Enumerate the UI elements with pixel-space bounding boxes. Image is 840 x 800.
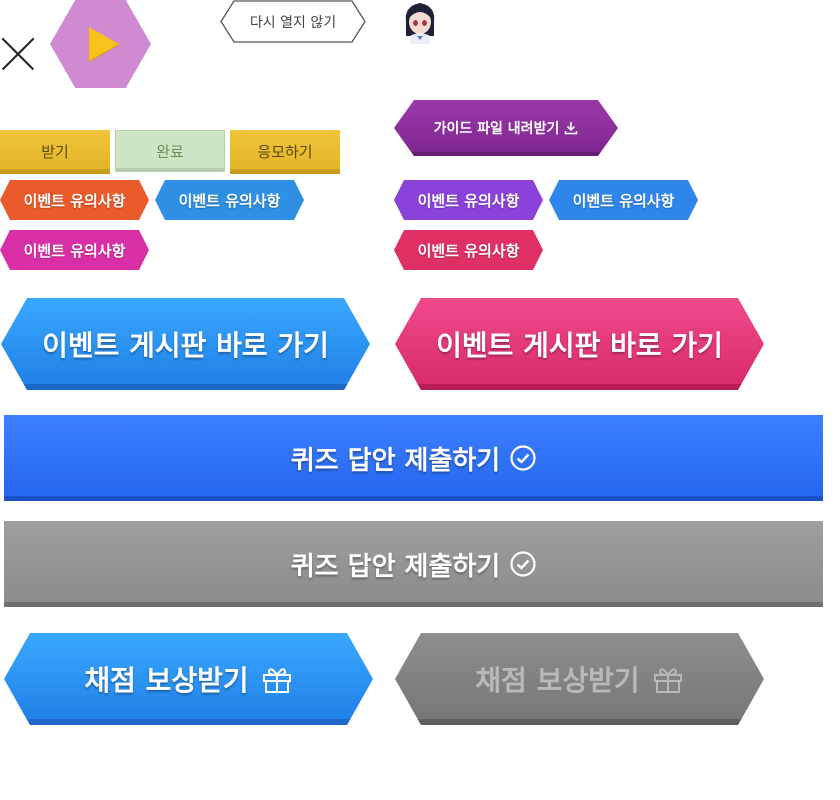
event-board-button-blue[interactable]: 이벤트 게시판 바로 가기 <box>1 298 370 390</box>
close-icon[interactable] <box>0 34 36 74</box>
apply-button[interactable]: 응모하기 <box>230 130 340 174</box>
event-notes-button-purple[interactable]: 이벤트 유의사항 <box>394 180 543 220</box>
event-notes-button-orange[interactable]: 이벤트 유의사항 <box>0 180 149 220</box>
guide-download-label: 가이드 파일 내려받기 <box>433 121 560 137</box>
avatar <box>400 0 440 44</box>
quiz-submit-label-disabled: 퀴즈 답안 제출하기 <box>290 551 501 582</box>
event-notes-button-blue-2[interactable]: 이벤트 유의사항 <box>549 180 698 220</box>
reward-label-disabled: 채점 보상받기 <box>475 664 640 697</box>
done-button[interactable]: 완료 <box>115 130 225 172</box>
event-board-button-pink[interactable]: 이벤트 게시판 바로 가기 <box>395 298 764 390</box>
play-icon <box>88 27 119 61</box>
reward-button[interactable]: 채점 보상받기 <box>4 633 373 725</box>
quiz-submit-label: 퀴즈 답안 제출하기 <box>290 445 501 476</box>
receive-button[interactable]: 받기 <box>0 130 110 174</box>
gift-icon <box>261 664 293 694</box>
reward-button-disabled[interactable]: 채점 보상받기 <box>395 633 764 725</box>
gift-icon <box>652 664 684 694</box>
event-notes-button-red[interactable]: 이벤트 유의사항 <box>394 230 543 270</box>
no-reopen-button[interactable]: 다시 열지 않기 <box>220 0 366 43</box>
quiz-submit-button-disabled[interactable]: 퀴즈 답안 제출하기 <box>4 521 823 607</box>
quiz-submit-button[interactable]: 퀴즈 답안 제출하기 <box>4 415 823 501</box>
guide-download-button[interactable]: 가이드 파일 내려받기 <box>394 100 618 156</box>
event-notes-button-blue[interactable]: 이벤트 유의사항 <box>155 180 304 220</box>
play-button[interactable] <box>50 0 151 88</box>
reward-label: 채점 보상받기 <box>84 664 249 697</box>
event-notes-button-magenta[interactable]: 이벤트 유의사항 <box>0 230 149 270</box>
check-circle-icon <box>510 551 536 577</box>
no-reopen-label: 다시 열지 않기 <box>249 14 337 31</box>
check-circle-icon <box>510 445 536 471</box>
download-icon <box>564 121 578 135</box>
